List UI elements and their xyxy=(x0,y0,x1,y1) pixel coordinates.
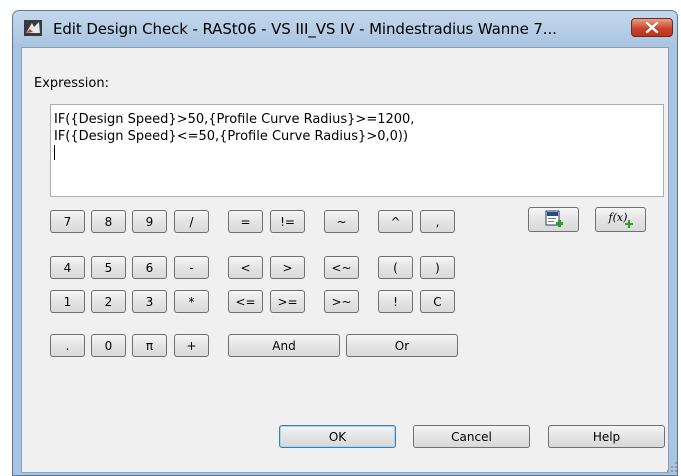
close-icon xyxy=(645,22,659,33)
window-title: Edit Design Check - RASt06 - VS III_VS I… xyxy=(53,20,557,38)
key-not-button[interactable]: ! xyxy=(378,290,413,313)
key-minus-button[interactable]: - xyxy=(174,256,209,279)
or-button[interactable]: Or xyxy=(346,334,458,357)
app-icon xyxy=(24,20,42,36)
key-tilde-button[interactable]: ~ xyxy=(324,210,359,233)
help-button[interactable]: Help xyxy=(548,425,665,448)
key-greater-equal-button[interactable]: >= xyxy=(270,290,305,313)
key-2-button[interactable]: 2 xyxy=(91,290,126,313)
key-decimal-button[interactable]: . xyxy=(50,334,85,357)
key-9-button[interactable]: 9 xyxy=(132,210,167,233)
cancel-button[interactable]: Cancel xyxy=(413,425,530,448)
key-close-paren-button[interactable]: ) xyxy=(420,256,455,279)
resize-grip-icon[interactable] xyxy=(666,461,678,473)
close-button[interactable] xyxy=(631,18,673,37)
key-4-button[interactable]: 4 xyxy=(50,256,85,279)
key-8-button[interactable]: 8 xyxy=(91,210,126,233)
title-bar[interactable]: Edit Design Check - RASt06 - VS III_VS I… xyxy=(13,11,677,47)
key-less-equal-button[interactable]: <= xyxy=(228,290,263,313)
ok-button[interactable]: OK xyxy=(279,425,396,448)
insert-function-icon: f(x) xyxy=(608,210,634,229)
text-caret xyxy=(54,145,663,162)
expression-label: Expression: xyxy=(34,76,109,91)
key-6-button[interactable]: 6 xyxy=(132,256,167,279)
key-pi-button[interactable]: π xyxy=(132,334,167,357)
insert-function-button[interactable]: f(x) xyxy=(595,207,646,232)
key-0-button[interactable]: 0 xyxy=(91,334,126,357)
key-open-paren-button[interactable]: ( xyxy=(378,256,413,279)
key-equals-button[interactable]: = xyxy=(228,210,263,233)
key-1-button[interactable]: 1 xyxy=(50,290,85,313)
expression-line: IF({Design Speed}>50,{Profile Curve Radi… xyxy=(54,112,415,127)
key-not-equals-button[interactable]: != xyxy=(270,210,305,233)
key-divide-button[interactable]: / xyxy=(174,210,209,233)
key-greater-approx-button[interactable]: >~ xyxy=(324,290,359,313)
key-less-approx-button[interactable]: <~ xyxy=(324,256,359,279)
key-5-button[interactable]: 5 xyxy=(91,256,126,279)
key-caret-button[interactable]: ^ xyxy=(378,210,413,233)
key-7-button[interactable]: 7 xyxy=(50,210,85,233)
expression-textarea[interactable]: IF({Design Speed}>50,{Profile Curve Radi… xyxy=(50,104,664,197)
key-multiply-button[interactable]: * xyxy=(174,290,209,313)
expression-line: IF({Design Speed}<=50,{Profile Curve Rad… xyxy=(54,129,409,144)
insert-property-icon xyxy=(545,210,563,227)
and-button[interactable]: And xyxy=(228,334,340,357)
insert-property-button[interactable] xyxy=(528,207,579,232)
key-comma-button[interactable]: , xyxy=(420,210,455,233)
key-less-than-button[interactable]: < xyxy=(228,256,263,279)
key-clear-button[interactable]: C xyxy=(420,290,455,313)
key-greater-than-button[interactable]: > xyxy=(270,256,305,279)
key-3-button[interactable]: 3 xyxy=(132,290,167,313)
dialog-window: Edit Design Check - RASt06 - VS III_VS I… xyxy=(12,10,678,476)
key-plus-button[interactable]: + xyxy=(174,334,209,357)
